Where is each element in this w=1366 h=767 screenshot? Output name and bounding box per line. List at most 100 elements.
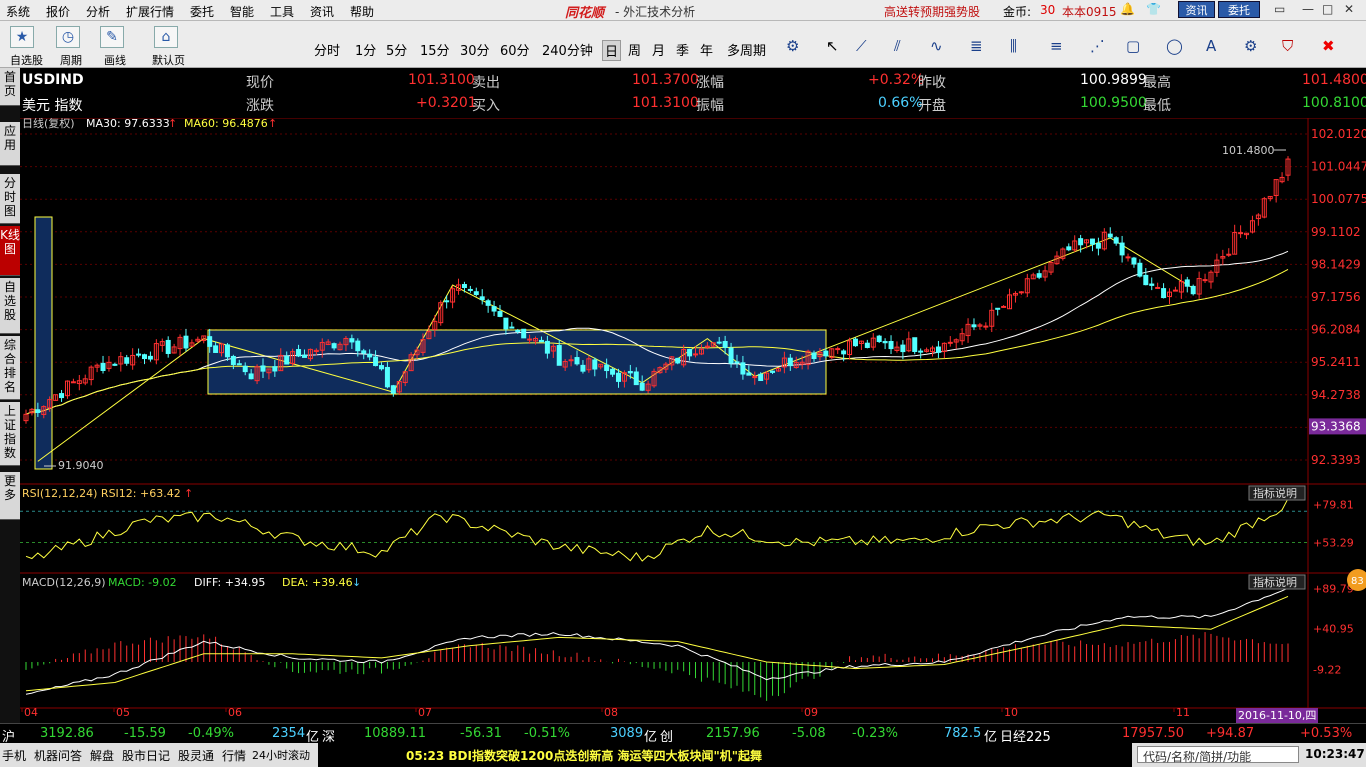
bottom-qa[interactable]: 机器问答 [34,747,82,764]
candle-body [296,349,302,357]
bell-icon[interactable]: 🔔 [1120,2,1135,16]
search-placeholder[interactable]: 代码/名称/简拼/功能 [1143,748,1251,765]
news-button[interactable]: 资讯 [1178,1,1215,18]
channel-tool-icon[interactable]: ≡ [1050,37,1063,55]
macd-tick: +89.79 [1313,582,1354,595]
candle-body [918,350,924,353]
period-month[interactable]: 月 [652,40,665,59]
menu-analysis[interactable]: 分析 [86,3,110,20]
trade-button[interactable]: 委托 [1218,1,1260,18]
period-season[interactable]: 季 [676,40,689,59]
settings-tool-icon[interactable]: ⚙ [1244,37,1257,55]
sidebar-watchlist[interactable]: 自选股 [0,278,20,334]
menu-ext-quote[interactable]: 扩展行情 [126,3,174,20]
news-ticker-text[interactable]: 05:23 BDI指数突破1200点迭创新高 海运等四大板块闻"机"起舞 [406,747,762,764]
maximize-icon[interactable]: □ [1322,2,1333,16]
minimize-icon[interactable]: — [1302,2,1314,16]
period-year[interactable]: 年 [700,40,713,59]
sidebar-kline[interactable]: K线图 [0,226,20,276]
bottom-jiepan[interactable]: 解盘 [90,747,114,764]
shirt-icon[interactable]: 👕 [1146,2,1161,16]
promo-link[interactable]: 高送转预期强势股 [884,3,980,20]
sidebar-shanghai[interactable]: 上证指数 [0,402,20,466]
sidebar-apps[interactable]: 应用 [0,122,20,166]
macd-help-label[interactable]: 指标说明 [1253,575,1297,589]
menu-smart[interactable]: 智能 [230,3,254,20]
gear-icon[interactable]: ⚙ [786,37,799,55]
bottom-gulingtong[interactable]: 股灵通 [178,747,214,764]
delete-icon[interactable]: ✖ [1322,37,1335,55]
bookmark-icon[interactable]: ⛉ [1282,37,1293,55]
candle-body [503,317,509,330]
bottom-rolling[interactable]: 24小时滚动 [252,747,310,763]
candle-body [473,291,479,295]
cursor-icon[interactable]: ↖ [826,37,839,55]
period-day[interactable]: 日 [602,40,622,61]
wave-tool-icon[interactable]: ∿ [930,37,943,55]
period-week[interactable]: 周 [628,40,641,59]
bottom-mobile[interactable]: 手机 [2,747,26,764]
period-fenshi[interactable]: 分时 [314,40,340,59]
text-tool-icon[interactable]: A [1206,37,1216,55]
sidebar-more[interactable]: 更多 [0,472,20,520]
period-1m[interactable]: 1分 [355,40,376,59]
candle-body [367,353,373,358]
candle-body [355,340,361,352]
value-price: 101.3100 [408,72,475,88]
bottom-diary[interactable]: 股市日记 [122,747,170,764]
default-page-label[interactable]: 默认页 [152,52,185,68]
circle-tool-icon[interactable]: ◯ [1166,37,1183,55]
candle-body [1137,262,1143,277]
price-tick: 102.0120 [1311,127,1366,141]
menu-trade[interactable]: 委托 [190,3,214,20]
price-tick: 99.1102 [1311,225,1361,239]
period-30m[interactable]: 30分 [460,40,490,59]
candle-body [349,338,355,343]
price-tick: 96.2084 [1311,323,1361,337]
period-multi[interactable]: 多周期 [727,40,766,59]
price-axis: 102.0120 101.0447 100.0775 99.1102 98.1429 97… [1309,127,1366,677]
account-name[interactable]: 本本0915 [1062,3,1117,20]
rsi-help-label[interactable]: 指标说明 [1253,486,1297,500]
sidebar-ranking[interactable]: 综合排名 [0,336,20,400]
period-60m[interactable]: 60分 [500,40,530,59]
watchlist-label[interactable]: 自选股 [10,52,43,68]
cycle-icon[interactable]: ◷ [56,26,80,48]
parallel-tool-icon[interactable]: ⫽ [894,37,901,55]
period-5m[interactable]: 5分 [386,40,407,59]
star-icon[interactable]: ★ [10,26,34,48]
angle-tool-icon[interactable]: ⋰ [1090,37,1105,55]
kline-chart[interactable]: 102.0120 101.0447 100.0775 99.1102 98.1429 97… [20,118,1366,723]
cycle-label[interactable]: 周期 [60,52,82,68]
date-tick: 06 [228,706,242,719]
restore-icon[interactable]: ▭ [1274,2,1285,16]
bottom-market[interactable]: 行情 [222,747,246,764]
pen-icon[interactable]: ✎ [100,26,124,48]
candle-body [947,341,953,344]
menu-news[interactable]: 资讯 [310,3,334,20]
sidebar-timeshare[interactable]: 分时图 [0,174,20,224]
close-icon[interactable]: ✕ [1344,2,1354,16]
candle-body [740,362,746,375]
candle-body [1226,253,1232,256]
menu-help[interactable]: 帮助 [350,3,374,20]
rect-tool-icon[interactable]: ▢ [1126,37,1140,55]
fib-tool-icon[interactable]: ≣ [970,37,983,55]
candle-body [1078,238,1084,246]
candle-body [444,300,450,303]
candle-body [787,357,793,367]
line-tool-icon[interactable]: ⟋ [856,37,867,55]
candle-body [734,361,740,364]
period-240m[interactable]: 240分钟 [542,40,593,59]
sh-amount: 2354 [272,726,306,741]
home-icon[interactable]: ⌂ [154,26,178,48]
draw-label[interactable]: 画线 [104,52,126,68]
badge-count[interactable]: 83 [1351,576,1364,587]
selection-bar[interactable] [34,216,53,470]
sidebar-home[interactable]: 首页 [0,68,20,106]
menu-system[interactable]: 系统 [6,3,30,20]
period-15m[interactable]: 15分 [420,40,450,59]
menu-quote[interactable]: 报价 [46,3,70,20]
bars-tool-icon[interactable]: ⫼ [1010,37,1017,55]
menu-tools[interactable]: 工具 [270,3,294,20]
